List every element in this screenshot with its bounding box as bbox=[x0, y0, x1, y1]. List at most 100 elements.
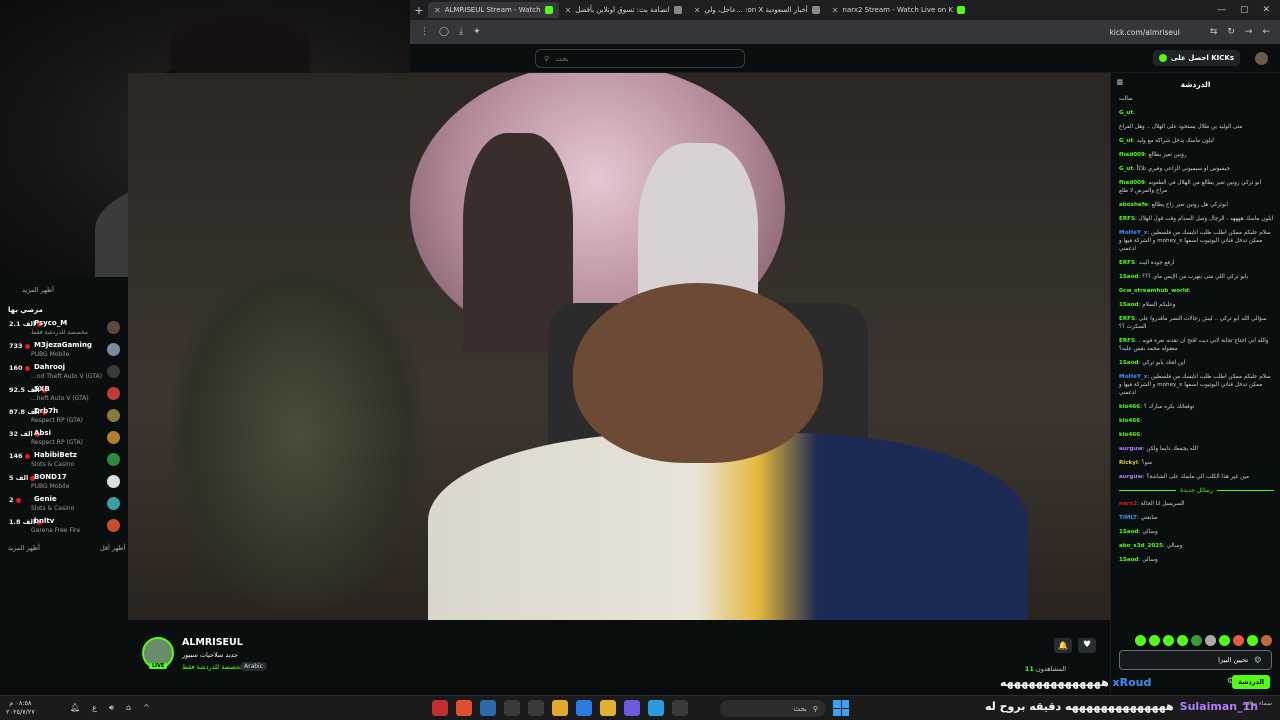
emote-icon[interactable] bbox=[1233, 635, 1244, 646]
collapse-chat-icon[interactable]: ≡ bbox=[1116, 78, 1124, 88]
emote-icon[interactable] bbox=[1163, 635, 1174, 646]
emote-icon[interactable] bbox=[1177, 635, 1188, 646]
app-icon[interactable] bbox=[648, 700, 664, 716]
chat-username[interactable]: abo_s3d_2025 bbox=[1119, 543, 1163, 549]
taskbar-search[interactable]: بحث ⚲ bbox=[720, 700, 826, 717]
stream-category[interactable]: مخصصة للدردشة فقط bbox=[182, 663, 244, 671]
back-icon[interactable]: ← bbox=[1262, 27, 1270, 37]
sidebar-channel[interactable]: 32 الف Absi Respect RP (GTA) bbox=[4, 429, 124, 451]
chat-input[interactable]: تحيين البيزا ☺ bbox=[1119, 650, 1272, 670]
notification-bell-button[interactable]: 🔔 bbox=[1054, 638, 1072, 653]
sidebar-channel[interactable]: 160 Dahrooj ...nd Theft Auto V (GTA) bbox=[4, 363, 124, 385]
app-icon[interactable] bbox=[432, 700, 448, 716]
chat-username[interactable]: 1Saod bbox=[1119, 529, 1139, 535]
close-tab-icon[interactable]: ✕ bbox=[565, 6, 572, 15]
chat-username[interactable]: MoHeY_x bbox=[1119, 230, 1147, 236]
chat-username[interactable]: 1Saod bbox=[1119, 360, 1139, 366]
chat-username[interactable]: ERFS bbox=[1119, 216, 1135, 222]
language-indicator[interactable]: ع bbox=[92, 703, 97, 713]
browser-tab[interactable]: ✕ ALMRISEUL Stream - Watch bbox=[428, 2, 559, 18]
chat-username[interactable]: 0cw_streamhub_world bbox=[1119, 288, 1189, 294]
clock[interactable]: ٠٨:٥٨ م ٢٠٢٥/٧/٢٧ bbox=[6, 699, 35, 717]
chat-username[interactable]: fhad009 bbox=[1119, 152, 1145, 158]
chat-username[interactable]: TIMLT bbox=[1119, 515, 1137, 521]
reload-icon[interactable]: ↻ bbox=[1227, 27, 1235, 37]
chat-username[interactable]: G_ut bbox=[1119, 110, 1133, 116]
notification-icon[interactable]: 🔔︎ bbox=[70, 703, 80, 713]
chat-username[interactable]: MoHeY_x bbox=[1119, 374, 1147, 380]
search-input[interactable]: ⚲ بحث bbox=[535, 49, 745, 68]
edge-icon[interactable] bbox=[576, 700, 592, 716]
video-player[interactable] bbox=[128, 73, 1110, 620]
emote-icon[interactable] bbox=[1149, 635, 1160, 646]
emoji-picker-icon[interactable]: ☺ bbox=[1254, 656, 1261, 664]
sidebar-channel[interactable]: 2.1 الف Psyco_M مخصصة للدردشة فقط bbox=[4, 319, 124, 341]
new-tab-button[interactable]: + bbox=[410, 4, 428, 17]
chat-username[interactable]: G_ut bbox=[1119, 138, 1133, 144]
windows-start-icon[interactable] bbox=[833, 700, 849, 716]
chat-username[interactable]: G_ut bbox=[1119, 166, 1133, 172]
chat-username[interactable]: narx2 bbox=[1119, 501, 1137, 507]
explorer-icon[interactable] bbox=[600, 700, 616, 716]
extension-icon[interactable]: ✦ bbox=[473, 27, 481, 37]
close-window-icon[interactable]: ✕ bbox=[1262, 5, 1270, 15]
teams-icon[interactable] bbox=[624, 700, 640, 716]
download-icon[interactable]: ⤓ bbox=[459, 27, 463, 37]
emote-icon[interactable] bbox=[1135, 635, 1146, 646]
tray-expand-icon[interactable]: ^ bbox=[143, 703, 150, 713]
sidebar-channel[interactable]: 1.8 الف bnltv Garena Free Fire bbox=[4, 517, 124, 539]
chat-username[interactable]: 1Saod bbox=[1119, 274, 1139, 280]
chat-username[interactable]: klo466 bbox=[1119, 418, 1140, 424]
chat-username[interactable]: klo466 bbox=[1119, 404, 1140, 410]
show-less-link[interactable]: أظهر أقل bbox=[100, 544, 125, 552]
sidebar-channel[interactable]: 5 الف BOND17 PUBG Mobile bbox=[4, 473, 124, 495]
chat-username[interactable]: ERFS bbox=[1119, 338, 1135, 344]
sidebar-channel[interactable]: 92.5 الف SXB ...heft Auto V (GTA) bbox=[4, 385, 124, 407]
minimize-icon[interactable]: — bbox=[1217, 5, 1226, 15]
chat-username[interactable]: Rickyi bbox=[1119, 460, 1138, 466]
emote-icon[interactable] bbox=[1219, 635, 1230, 646]
chat-username[interactable]: ERFS bbox=[1119, 316, 1135, 322]
close-tab-icon[interactable]: ✕ bbox=[694, 6, 701, 15]
show-more-link[interactable]: أظهر المزيد bbox=[22, 286, 54, 294]
close-tab-icon[interactable]: ✕ bbox=[434, 6, 441, 15]
emote-icon[interactable] bbox=[1261, 635, 1272, 646]
user-avatar[interactable] bbox=[1255, 52, 1268, 65]
chrome-icon[interactable] bbox=[552, 700, 568, 716]
profile-icon[interactable]: ◯ bbox=[439, 27, 449, 37]
chat-username[interactable]: 1Saod bbox=[1119, 302, 1139, 308]
steam-icon[interactable] bbox=[480, 700, 496, 716]
chat-username[interactable]: aboshafe bbox=[1119, 202, 1148, 208]
close-tab-icon[interactable]: ✕ bbox=[832, 6, 839, 15]
network-icon[interactable]: ⌂ bbox=[126, 703, 131, 713]
chat-username[interactable]: aurguw bbox=[1119, 474, 1143, 480]
chat-username[interactable]: aurguw bbox=[1119, 446, 1143, 452]
chat-username[interactable]: klo466 bbox=[1119, 432, 1140, 438]
browser-tab[interactable]: ✕ عاجل، ولي... :on X أخبار السعودية bbox=[688, 2, 826, 18]
maximize-icon[interactable]: ▢ bbox=[1240, 5, 1249, 15]
brave-icon[interactable] bbox=[456, 700, 472, 716]
browser-tab[interactable]: ✕ انضامة بث: تسوق اونلاين بأفضل bbox=[559, 2, 688, 18]
show-more-link[interactable]: أظهر المزيد bbox=[8, 544, 40, 552]
url-field[interactable]: kick.com/almriseul bbox=[1109, 28, 1179, 37]
chat-messages[interactable]: سالت G_ut: متى الوليد بن طلال يستحوذ على … bbox=[1111, 95, 1280, 635]
browser-tab[interactable]: ✕ narx2 Stream - Watch Live on K bbox=[826, 2, 971, 18]
sidebar-channel[interactable]: 2 Genie Slots & Casino bbox=[4, 495, 124, 517]
sidebar-channel[interactable]: 87.8 الف Drb7h Respect RP (GTA) bbox=[4, 407, 124, 429]
chat-username[interactable]: ERFS bbox=[1119, 260, 1135, 266]
get-kicks-button[interactable]: احصل على KICKs bbox=[1153, 50, 1240, 66]
emote-icon[interactable] bbox=[1191, 635, 1202, 646]
emote-icon[interactable] bbox=[1247, 635, 1258, 646]
sidebar-channel[interactable]: 733 M3jezaGaming PUBG Mobile bbox=[4, 341, 124, 363]
channel-name[interactable]: ALMRISEUL bbox=[182, 637, 243, 648]
volume-icon[interactable]: 🔊︎ bbox=[109, 703, 114, 713]
follow-heart-button[interactable]: ♥ bbox=[1078, 638, 1096, 653]
chat-username[interactable]: fhad009 bbox=[1119, 180, 1145, 186]
chat-username[interactable]: 1Saod bbox=[1119, 557, 1139, 563]
menu-icon[interactable]: ⋮ bbox=[420, 27, 429, 37]
sidebar-channel[interactable]: 146 HabibiBetz Slots & Casino bbox=[4, 451, 124, 473]
xbox-icon[interactable] bbox=[504, 700, 520, 716]
app-icon[interactable] bbox=[672, 700, 688, 716]
forward-icon[interactable]: → bbox=[1245, 27, 1253, 37]
emote-icon[interactable] bbox=[1205, 635, 1216, 646]
